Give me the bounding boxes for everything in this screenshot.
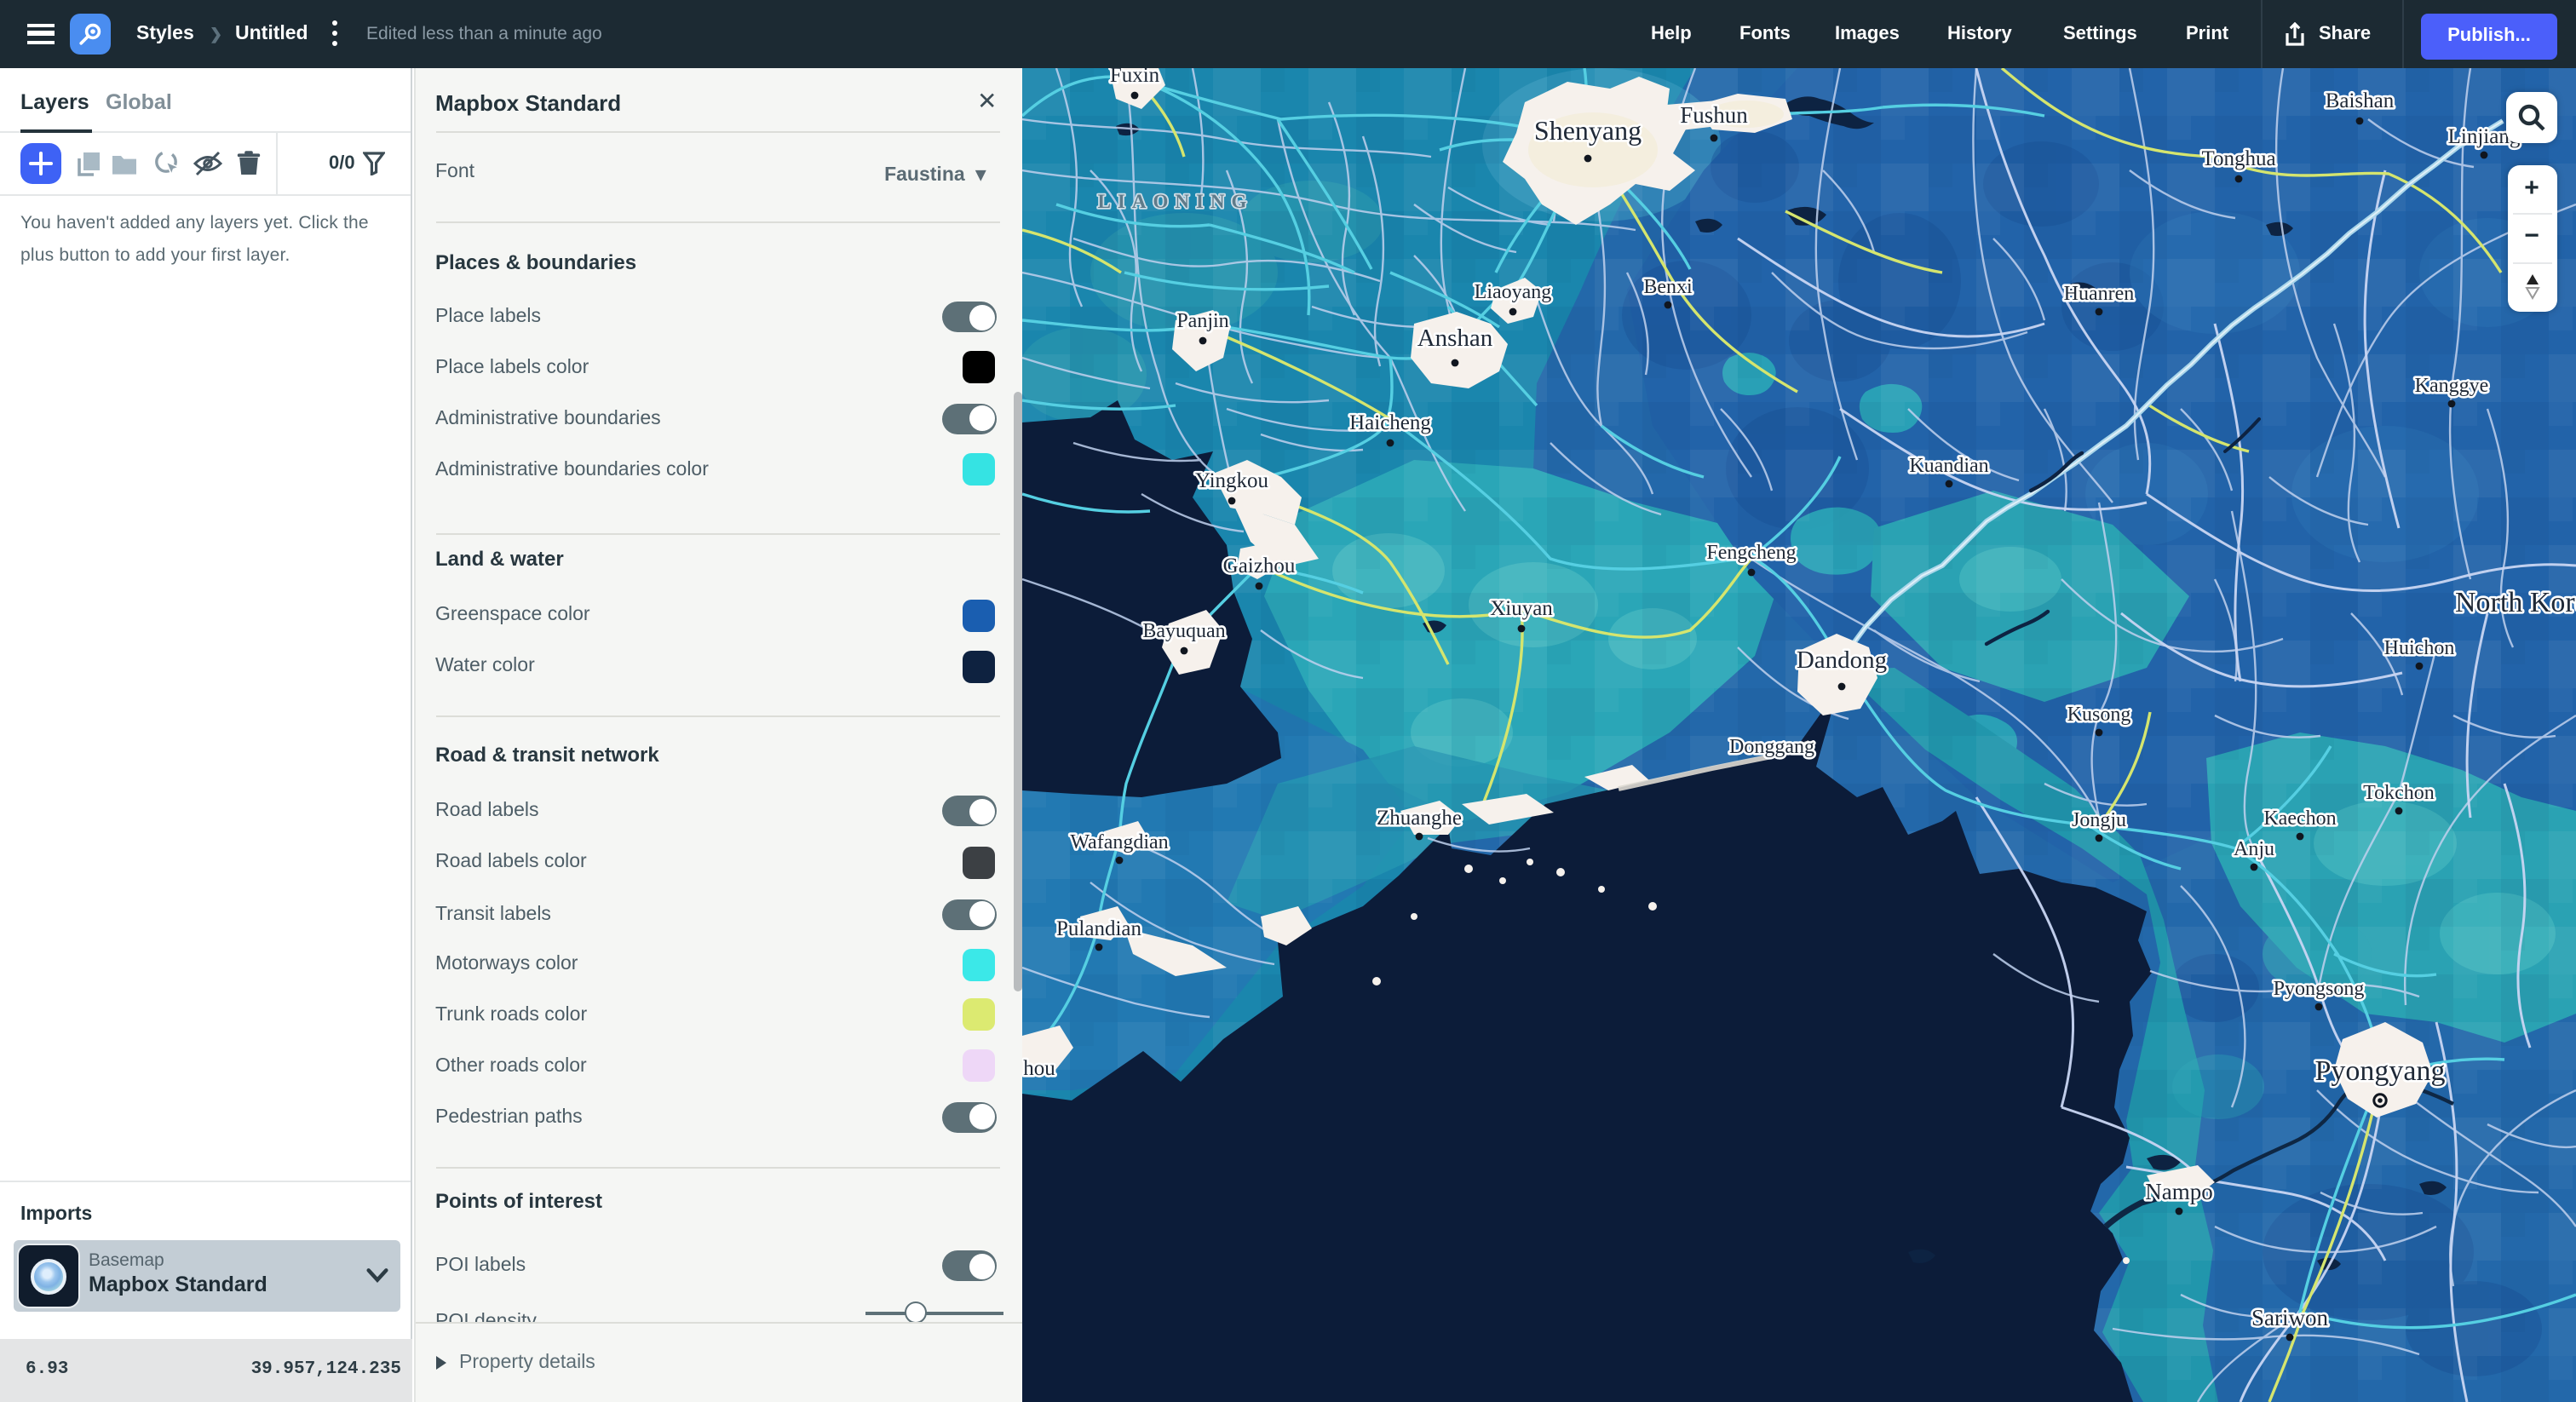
svg-text:Fuxin: Fuxin (1110, 68, 1160, 87)
svg-text:Zhuanghe: Zhuanghe (1377, 807, 1462, 830)
svg-text:Baishan: Baishan (2326, 89, 2395, 112)
svg-text:Kanggye: Kanggye (2415, 375, 2489, 397)
svg-text:Dandong: Dandong (1797, 646, 1887, 674)
svg-text:Tonghua: Tonghua (2201, 147, 2275, 170)
svg-text:Shenyang: Shenyang (1534, 115, 1642, 146)
svg-text:North Korea: North Korea (2455, 587, 2576, 618)
svg-text:Kuandian: Kuandian (1909, 455, 1988, 477)
svg-text:Pyongyang: Pyongyang (2315, 1055, 2446, 1087)
svg-text:Yingkou: Yingkou (1195, 469, 1269, 492)
svg-text:Gaizhou: Gaizhou (1223, 554, 1296, 577)
svg-text:Anju: Anju (2234, 838, 2274, 860)
svg-text:Huichon: Huichon (2384, 637, 2455, 659)
svg-text:LIAONING: LIAONING (1098, 191, 1254, 212)
svg-text:Huanren: Huanren (2064, 283, 2135, 305)
svg-text:Fengcheng: Fengcheng (1706, 542, 1796, 564)
svg-text:Pyongsong: Pyongsong (2274, 978, 2365, 1000)
svg-text:Jongju: Jongju (2072, 809, 2126, 831)
svg-text:Kaechon: Kaechon (2263, 807, 2336, 830)
svg-text:Anshan: Anshan (1417, 325, 1493, 352)
svg-text:hou: hou (1023, 1057, 1055, 1080)
svg-text:Bayuquan: Bayuquan (1142, 620, 1225, 642)
svg-text:Fushun: Fushun (1680, 102, 1748, 128)
svg-text:Kusong: Kusong (2067, 704, 2131, 726)
svg-text:Haicheng: Haicheng (1349, 411, 1431, 434)
svg-text:Panjin: Panjin (1176, 310, 1228, 332)
svg-text:Xiuyan: Xiuyan (1490, 597, 1553, 620)
svg-text:Wafangdian: Wafangdian (1070, 831, 1168, 853)
svg-text:Tokchon: Tokchon (2363, 782, 2435, 804)
svg-text:Liaoyang: Liaoyang (1475, 281, 1552, 303)
svg-text:Nampo: Nampo (2145, 1179, 2212, 1204)
svg-text:Pulandian: Pulandian (1056, 917, 1141, 940)
svg-text:Donggang: Donggang (1729, 736, 1814, 758)
svg-text:Benxi: Benxi (1643, 276, 1693, 298)
svg-text:Sariwon: Sariwon (2251, 1305, 2328, 1330)
